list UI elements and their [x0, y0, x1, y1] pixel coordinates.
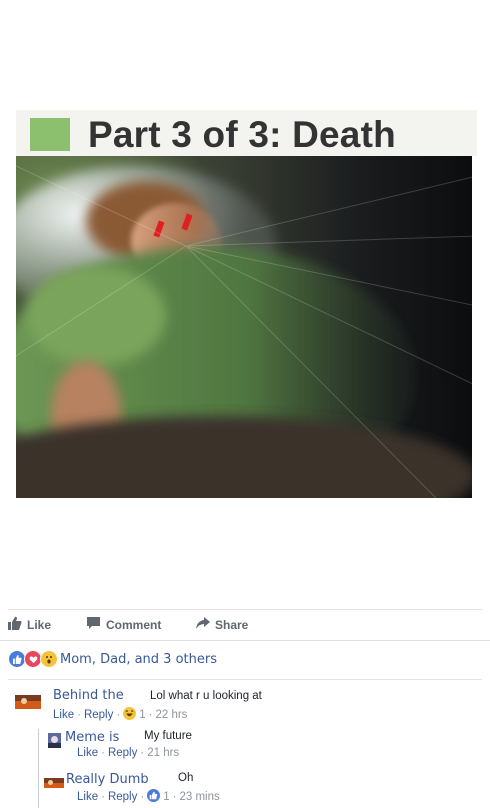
comment-label: Comment — [106, 617, 162, 632]
comment-time: 22 hrs — [155, 709, 188, 721]
comment-bubble-icon — [86, 616, 101, 633]
like-reaction-icon — [147, 789, 161, 805]
reply-author[interactable]: Really Dumb — [66, 772, 149, 787]
meme-illustration — [16, 156, 477, 498]
avatar[interactable] — [15, 695, 41, 709]
like-label: Like — [27, 617, 52, 632]
post-action-bar: Like Comment Share — [8, 612, 482, 638]
reply-like-link[interactable]: Like — [77, 747, 98, 759]
wow-reaction-icon — [40, 650, 58, 668]
haha-reaction-icon — [123, 707, 137, 723]
share-arrow-icon — [195, 616, 210, 633]
comment-button[interactable]: Comment — [86, 616, 161, 633]
reply-like-link[interactable]: Like — [77, 791, 98, 803]
comment-like-link[interactable]: Like — [53, 709, 74, 721]
comment-reply-link[interactable]: Reply — [84, 709, 113, 721]
like-button[interactable]: Like — [8, 616, 51, 633]
meme-image[interactable] — [16, 156, 477, 498]
comment-author[interactable]: Behind the — [53, 688, 124, 703]
reply-meta: Like · Reply · 21 hrs — [77, 747, 180, 759]
comment-meta: Like · Reply · 1 · 22 hrs — [53, 707, 188, 723]
divider-top — [8, 609, 482, 610]
reply-time: 21 hrs — [147, 747, 180, 759]
comment-text: Lol what r u looking at — [150, 690, 262, 702]
reply-text: Oh — [178, 772, 194, 784]
reaction-count: 1 — [163, 791, 170, 803]
share-button[interactable]: Share — [195, 616, 248, 633]
reactions-summary[interactable]: Mom, Dad, and 3 others — [8, 650, 217, 668]
reaction-count: 1 — [139, 709, 146, 721]
reply-reply-link[interactable]: Reply — [108, 747, 137, 759]
divider-reactions — [8, 679, 482, 680]
reaction-names[interactable]: Mom, Dad, and 3 others — [60, 652, 217, 667]
reply-author[interactable]: Meme is — [65, 730, 119, 745]
reply-reply-link[interactable]: Reply — [108, 791, 137, 803]
green-square — [30, 118, 70, 151]
reply-thread-line — [38, 729, 39, 808]
meme-header: Part 3 of 3: Death — [16, 110, 477, 157]
meme-title: Part 3 of 3: Death — [88, 114, 396, 155]
divider-bottom — [0, 640, 490, 641]
reply-text: My future — [144, 730, 192, 742]
avatar[interactable] — [44, 778, 64, 788]
avatar[interactable] — [48, 733, 61, 748]
reply-time: 23 mins — [179, 791, 220, 803]
reply-meta: Like · Reply · 1 · 23 mins — [77, 789, 220, 805]
share-label: Share — [215, 617, 249, 632]
thumbs-up-icon — [8, 616, 22, 633]
